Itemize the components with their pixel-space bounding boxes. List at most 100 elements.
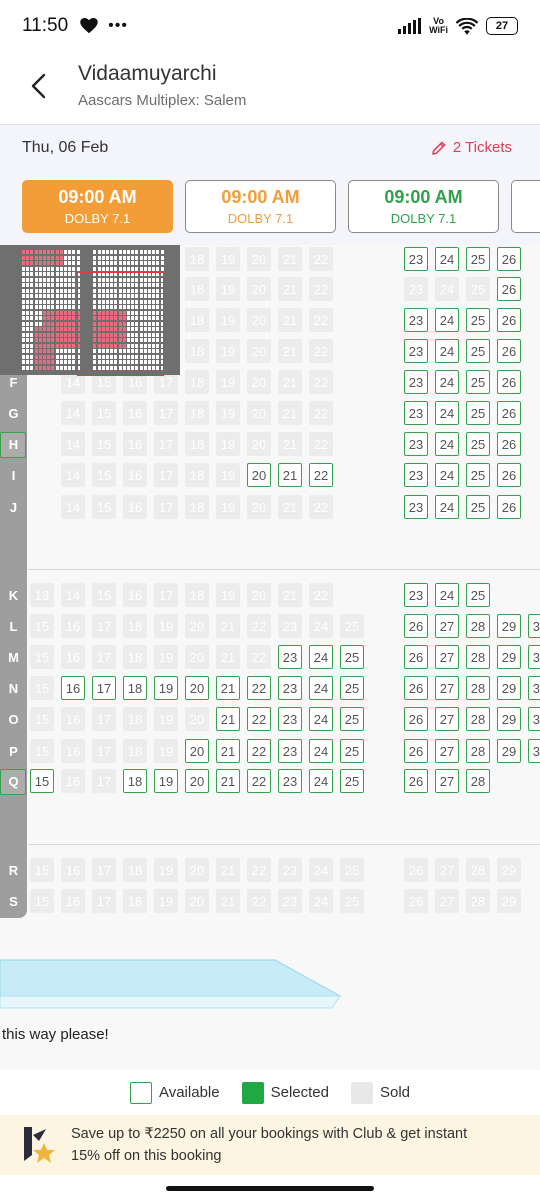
- seat-available[interactable]: 26: [497, 495, 521, 519]
- seat-available[interactable]: 25: [466, 463, 490, 487]
- seat-available[interactable]: 25: [466, 308, 490, 332]
- seat-available[interactable]: 29: [497, 614, 521, 638]
- showtime-option[interactable]: 09:00 AM DOLBY 7.1: [348, 180, 499, 233]
- seat-available[interactable]: 25: [466, 339, 490, 363]
- seat-available[interactable]: 25: [466, 583, 490, 607]
- seat-available[interactable]: 25: [466, 247, 490, 271]
- seat-available[interactable]: 29: [497, 707, 521, 731]
- seat-available[interactable]: 26: [497, 308, 521, 332]
- seat-available[interactable]: 18: [123, 676, 147, 700]
- seat-available[interactable]: 24: [435, 495, 459, 519]
- seat-available[interactable]: 28: [466, 707, 490, 731]
- seat-available[interactable]: 19: [154, 676, 178, 700]
- seat-available[interactable]: 23: [404, 583, 428, 607]
- seat-available[interactable]: 26: [404, 645, 428, 669]
- seat-available[interactable]: 26: [497, 463, 521, 487]
- seat-available[interactable]: 20: [185, 739, 209, 763]
- seat-available[interactable]: 23: [404, 370, 428, 394]
- seat-available[interactable]: 21: [216, 676, 240, 700]
- seat-available[interactable]: 21: [216, 739, 240, 763]
- seat-available[interactable]: 23: [404, 247, 428, 271]
- seat-available[interactable]: 23: [404, 432, 428, 456]
- seat-available[interactable]: 25: [340, 645, 364, 669]
- seat-available[interactable]: 26: [497, 432, 521, 456]
- seat-available[interactable]: 25: [466, 495, 490, 519]
- seat-available[interactable]: 28: [466, 676, 490, 700]
- seat-minimap[interactable]: [0, 245, 180, 376]
- seat-available[interactable]: 26: [404, 676, 428, 700]
- seat-available[interactable]: 21: [216, 769, 240, 793]
- seat-available[interactable]: 20: [185, 676, 209, 700]
- seat-available[interactable]: 23: [404, 495, 428, 519]
- seat-map[interactable]: this way please! 14 15 16 17 18 19 20 21 22 23 24 2…: [0, 245, 540, 1070]
- seat-available[interactable]: 24: [435, 432, 459, 456]
- seat-available[interactable]: 26: [497, 247, 521, 271]
- seat-available[interactable]: 27: [435, 645, 459, 669]
- seat-available[interactable]: 28: [466, 614, 490, 638]
- seat-available[interactable]: 24: [309, 645, 333, 669]
- seat-available[interactable]: 23: [278, 739, 302, 763]
- seat-available[interactable]: 29: [497, 645, 521, 669]
- seat-available[interactable]: 26: [404, 739, 428, 763]
- seat-available[interactable]: 23: [404, 308, 428, 332]
- seat-available[interactable]: 17: [92, 676, 116, 700]
- seat-available[interactable]: 23: [278, 707, 302, 731]
- seat-available[interactable]: 30: [528, 645, 540, 669]
- seat-available[interactable]: 24: [309, 707, 333, 731]
- seat-available[interactable]: 24: [435, 401, 459, 425]
- seat-available[interactable]: 23: [278, 769, 302, 793]
- seat-available[interactable]: 25: [340, 707, 364, 731]
- showtime-option[interactable]: 09:00 AM DOLBY 7.1: [22, 180, 173, 233]
- seat-available[interactable]: 15: [30, 769, 54, 793]
- home-indicator[interactable]: [166, 1186, 374, 1191]
- seat-available[interactable]: 24: [435, 583, 459, 607]
- seat-available[interactable]: 21: [278, 463, 302, 487]
- seat-available[interactable]: 19: [154, 769, 178, 793]
- seat-available[interactable]: 26: [404, 707, 428, 731]
- seat-available[interactable]: 24: [435, 370, 459, 394]
- seat-available[interactable]: 30: [528, 707, 540, 731]
- seat-available[interactable]: 29: [497, 676, 521, 700]
- seat-available[interactable]: 25: [466, 432, 490, 456]
- seat-available[interactable]: 24: [309, 769, 333, 793]
- seat-available[interactable]: 27: [435, 739, 459, 763]
- club-offer-banner[interactable]: Save up to ₹2250 on all your bookings wi…: [0, 1115, 540, 1175]
- seat-available[interactable]: 27: [435, 614, 459, 638]
- seat-available[interactable]: 26: [497, 401, 521, 425]
- seat-available[interactable]: 30: [528, 739, 540, 763]
- seat-available[interactable]: 24: [435, 247, 459, 271]
- seat-available[interactable]: 22: [247, 769, 271, 793]
- showtime-option-offscreen[interactable]: [511, 180, 540, 233]
- seat-available[interactable]: 22: [247, 707, 271, 731]
- seat-available[interactable]: 27: [435, 769, 459, 793]
- seat-available[interactable]: 25: [340, 769, 364, 793]
- seat-available[interactable]: 26: [404, 769, 428, 793]
- seat-available[interactable]: 23: [404, 339, 428, 363]
- seat-available[interactable]: 25: [466, 401, 490, 425]
- seat-available[interactable]: 25: [340, 739, 364, 763]
- back-arrow-icon[interactable]: [28, 72, 52, 100]
- seat-available[interactable]: 24: [435, 308, 459, 332]
- seat-available[interactable]: 20: [185, 769, 209, 793]
- seat-available[interactable]: 28: [466, 769, 490, 793]
- seat-available[interactable]: 24: [309, 676, 333, 700]
- seat-available[interactable]: 18: [123, 769, 147, 793]
- seat-available[interactable]: 22: [309, 463, 333, 487]
- seat-available[interactable]: 24: [435, 463, 459, 487]
- seat-available[interactable]: 27: [435, 707, 459, 731]
- seat-available[interactable]: 24: [309, 739, 333, 763]
- seat-available[interactable]: 20: [247, 463, 271, 487]
- seat-available[interactable]: 21: [216, 707, 240, 731]
- seat-available[interactable]: 26: [497, 277, 521, 301]
- show-date[interactable]: Thu, 06 Feb: [22, 139, 108, 157]
- seat-available[interactable]: 26: [497, 370, 521, 394]
- showtime-option[interactable]: 09:00 AM DOLBY 7.1: [185, 180, 336, 233]
- seat-available[interactable]: 23: [404, 463, 428, 487]
- seat-available[interactable]: 23: [278, 676, 302, 700]
- seat-available[interactable]: 16: [61, 676, 85, 700]
- seat-available[interactable]: 28: [466, 645, 490, 669]
- seat-available[interactable]: 27: [435, 676, 459, 700]
- seat-available[interactable]: 22: [247, 739, 271, 763]
- seat-available[interactable]: 23: [278, 645, 302, 669]
- seat-available[interactable]: 22: [247, 676, 271, 700]
